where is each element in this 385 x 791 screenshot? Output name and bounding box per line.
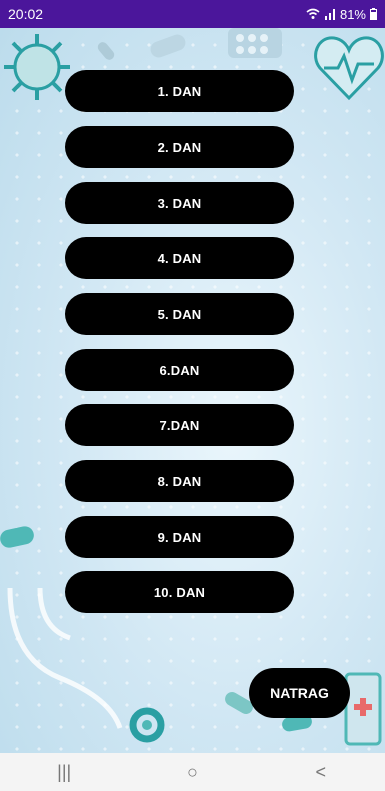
pill-icon [228,28,282,58]
day-button-9[interactable]: 9. DAN [65,516,294,558]
back-nav-button[interactable]: < [291,762,351,783]
battery-percent: 81% [339,6,366,22]
wifi-icon [306,8,320,19]
virus-icon [4,34,70,100]
back-button[interactable]: NATRAG [249,668,350,718]
pill-icon [97,42,115,60]
day-button-8[interactable]: 8. DAN [65,460,294,502]
navigation-bar: ||| ○ < [0,753,385,791]
day-button-5[interactable]: 5. DAN [65,293,294,335]
day-button-3[interactable]: 3. DAN [65,182,294,224]
day-button-7[interactable]: 7.DAN [65,404,294,446]
battery-icon [370,8,377,20]
heart-pulse-icon [314,36,384,101]
pill-icon [150,34,186,58]
status-bar: 20:02 81% [0,0,385,28]
day-button-1[interactable]: 1. DAN [65,70,294,112]
day-button-2[interactable]: 2. DAN [65,126,294,168]
pill-icon [0,526,34,548]
recents-button[interactable]: ||| [34,762,94,783]
status-time: 20:02 [8,6,44,22]
screen: 1. DAN 2. DAN 3. DAN 4. DAN 5. DAN 6.DAN… [0,28,385,753]
day-button-6[interactable]: 6.DAN [65,349,294,391]
day-button-10[interactable]: 10. DAN [65,571,294,613]
status-icons: 81% [306,7,377,22]
signal-icon [324,9,335,20]
home-button[interactable]: ○ [162,762,222,783]
day-button-4[interactable]: 4. DAN [65,237,294,279]
